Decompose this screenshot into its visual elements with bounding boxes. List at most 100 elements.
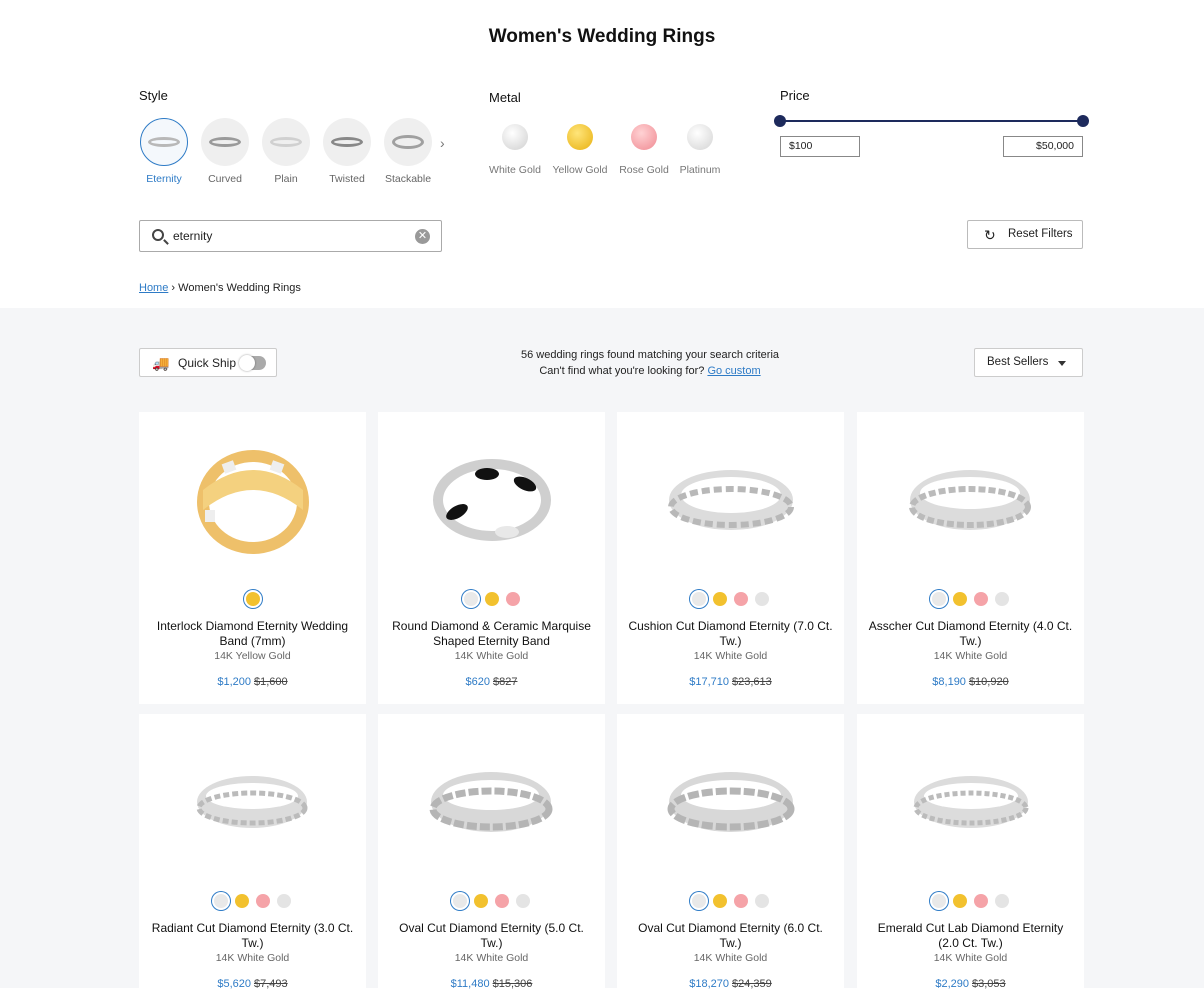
product-card[interactable]: Radiant Cut Diamond Eternity (3.0 Ct. Tw… [139,714,366,1006]
rose-gold-swatch-icon[interactable] [505,592,520,606]
yellow-gold-swatch-icon[interactable] [474,894,488,908]
metal-option-white-gold[interactable]: White Gold [482,124,548,176]
price-slider-track[interactable] [774,115,1089,127]
product-metal: 14K White Gold [933,952,1008,964]
style-option-stackable[interactable]: Stackable [383,118,433,185]
yellow-gold-swatch-icon[interactable] [953,592,967,606]
product-image[interactable] [139,714,366,889]
product-card[interactable]: Oval Cut Diamond Eternity (6.0 Ct. Tw.) … [617,714,844,1006]
style-filter-label: Style [139,88,168,103]
price-filter-label: Price [780,88,810,103]
platinum-swatch-icon[interactable] [995,592,1009,606]
platinum-swatch-icon[interactable] [277,894,291,908]
product-name[interactable]: Cushion Cut Diamond Eternity (7.0 Ct. Tw… [627,619,834,649]
metal-option-platinum[interactable]: Platinum [667,124,733,176]
sort-dropdown[interactable]: Best Sellers [974,348,1083,377]
product-price: $1,200 $1,600 [217,676,288,688]
metal-swatches [139,592,366,606]
product-image[interactable] [617,714,844,889]
product-name[interactable]: Oval Cut Diamond Eternity (5.0 Ct. Tw.) [388,921,595,951]
metal-filter-label: Metal [489,90,521,105]
product-metal: 14K White Gold [693,952,768,964]
product-card[interactable]: Interlock Diamond Eternity Wedding Band … [139,412,366,704]
product-card[interactable]: Asscher Cut Diamond Eternity (4.0 Ct. Tw… [857,412,1084,704]
metal-option-yellow-gold[interactable]: Yellow Gold [547,124,613,176]
product-price: $17,710 $23,613 [689,676,772,688]
rose-gold-swatch-icon[interactable] [974,894,988,908]
style-option-eternity[interactable]: Eternity [139,118,189,185]
results-count: 56 wedding rings found matching your sea… [520,349,780,361]
yellow-gold-swatch-icon [567,124,593,150]
white-gold-swatch-icon[interactable] [214,894,228,908]
breadcrumb-home-link[interactable]: Home [139,282,168,294]
quick-ship-toggle[interactable] [239,355,266,371]
white-gold-swatch-icon[interactable] [453,894,467,908]
platinum-swatch-icon[interactable] [995,894,1009,908]
quick-ship-filter[interactable]: 🚚 Quick Ship [139,348,277,377]
product-name[interactable]: Interlock Diamond Eternity Wedding Band … [149,619,356,649]
yellow-gold-swatch-icon[interactable] [484,592,499,606]
style-option-twisted[interactable]: Twisted [322,118,372,185]
product-price: $5,620 $7,493 [217,978,288,990]
rose-gold-swatch-icon[interactable] [734,592,748,606]
metal-swatches [378,592,605,606]
product-image[interactable] [378,714,605,889]
platinum-swatch-icon[interactable] [755,592,769,606]
reset-filters-button[interactable]: ↻ Reset Filters [967,220,1083,249]
product-image[interactable] [857,714,1084,889]
metal-swatches [617,894,844,908]
yellow-gold-swatch-icon[interactable] [235,894,249,908]
rose-gold-swatch-icon[interactable] [495,894,509,908]
platinum-swatch-icon[interactable] [516,894,530,908]
product-image[interactable] [857,412,1084,587]
metal-swatches [139,894,366,908]
product-metal: 14K Yellow Gold [214,650,291,662]
yellow-gold-swatch-icon[interactable] [713,592,727,606]
search-input[interactable]: eternity [173,229,212,243]
product-name[interactable]: Oval Cut Diamond Eternity (6.0 Ct. Tw.) [627,921,834,951]
price-min-handle[interactable] [774,115,786,127]
clear-icon[interactable]: ✕ [415,229,430,244]
product-metal: 14K White Gold [454,650,529,662]
yellow-gold-swatch-icon[interactable] [953,894,967,908]
rose-gold-swatch-icon[interactable] [734,894,748,908]
rose-gold-swatch-icon[interactable] [974,592,988,606]
product-name[interactable]: Round Diamond & Ceramic Marquise Shaped … [388,619,595,649]
rose-gold-swatch-icon[interactable] [256,894,270,908]
rose-gold-swatch-icon [631,124,657,150]
yellow-gold-swatch-icon[interactable] [713,894,727,908]
product-name[interactable]: Emerald Cut Lab Diamond Eternity (2.0 Ct… [867,921,1074,951]
product-name[interactable]: Radiant Cut Diamond Eternity (3.0 Ct. Tw… [149,921,356,951]
chevron-right-icon[interactable]: › [440,135,445,151]
price-min-input[interactable]: $100 [780,136,860,157]
product-card[interactable]: Round Diamond & Ceramic Marquise Shaped … [378,412,605,704]
white-gold-swatch-icon[interactable] [692,894,706,908]
white-gold-swatch-icon[interactable] [932,592,946,606]
white-gold-swatch-icon[interactable] [463,592,478,606]
go-custom-link[interactable]: Go custom [707,365,760,377]
plain-ring-icon [262,118,310,166]
twisted-ring-icon [323,118,371,166]
style-option-curved[interactable]: Curved [200,118,250,185]
product-metal: 14K White Gold [933,650,1008,662]
product-image[interactable] [617,412,844,587]
product-card[interactable]: Cushion Cut Diamond Eternity (7.0 Ct. Tw… [617,412,844,704]
product-metal: 14K White Gold [454,952,529,964]
price-max-input[interactable]: $50,000 [1003,136,1083,157]
price-max-handle[interactable] [1077,115,1089,127]
product-image[interactable] [378,412,605,587]
product-card[interactable]: Oval Cut Diamond Eternity (5.0 Ct. Tw.) … [378,714,605,1006]
yellow-gold-swatch-icon[interactable] [245,592,260,606]
eternity-ring-icon [140,118,188,166]
white-gold-swatch-icon[interactable] [692,592,706,606]
search-field[interactable]: eternity ✕ [139,220,442,252]
white-gold-swatch-icon[interactable] [932,894,946,908]
breadcrumb-current: Women's Wedding Rings [178,282,301,294]
platinum-swatch-icon[interactable] [755,894,769,908]
product-card[interactable]: Emerald Cut Lab Diamond Eternity (2.0 Ct… [857,714,1084,1006]
style-option-plain[interactable]: Plain [261,118,311,185]
product-image[interactable] [139,412,366,587]
metal-swatches [617,592,844,606]
product-price: $18,270 $24,359 [689,978,772,990]
product-name[interactable]: Asscher Cut Diamond Eternity (4.0 Ct. Tw… [867,619,1074,649]
